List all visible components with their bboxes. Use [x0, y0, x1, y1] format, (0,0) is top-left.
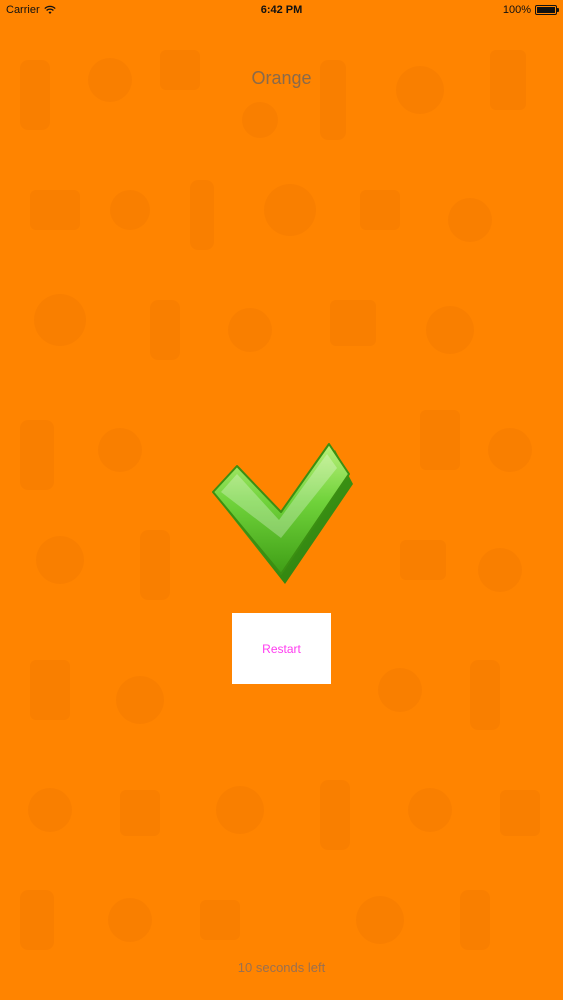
- wifi-icon: [43, 5, 56, 14]
- restart-button[interactable]: Restart: [232, 613, 331, 684]
- check-mark-icon: [205, 440, 355, 590]
- page-title: Orange: [251, 68, 312, 88]
- battery-percent: 100%: [502, 4, 531, 16]
- status-right: 100%: [437, 4, 559, 16]
- status-time: 6:42 PM: [260, 4, 303, 16]
- battery-fill: [536, 7, 555, 13]
- timer-text: 10 seconds left: [237, 960, 326, 975]
- battery-icon: [534, 5, 559, 15]
- status-left: Carrier: [6, 4, 126, 16]
- status-bar: Carrier 6:42 PM 100%: [0, 0, 563, 20]
- carrier-label: Carrier: [6, 4, 40, 16]
